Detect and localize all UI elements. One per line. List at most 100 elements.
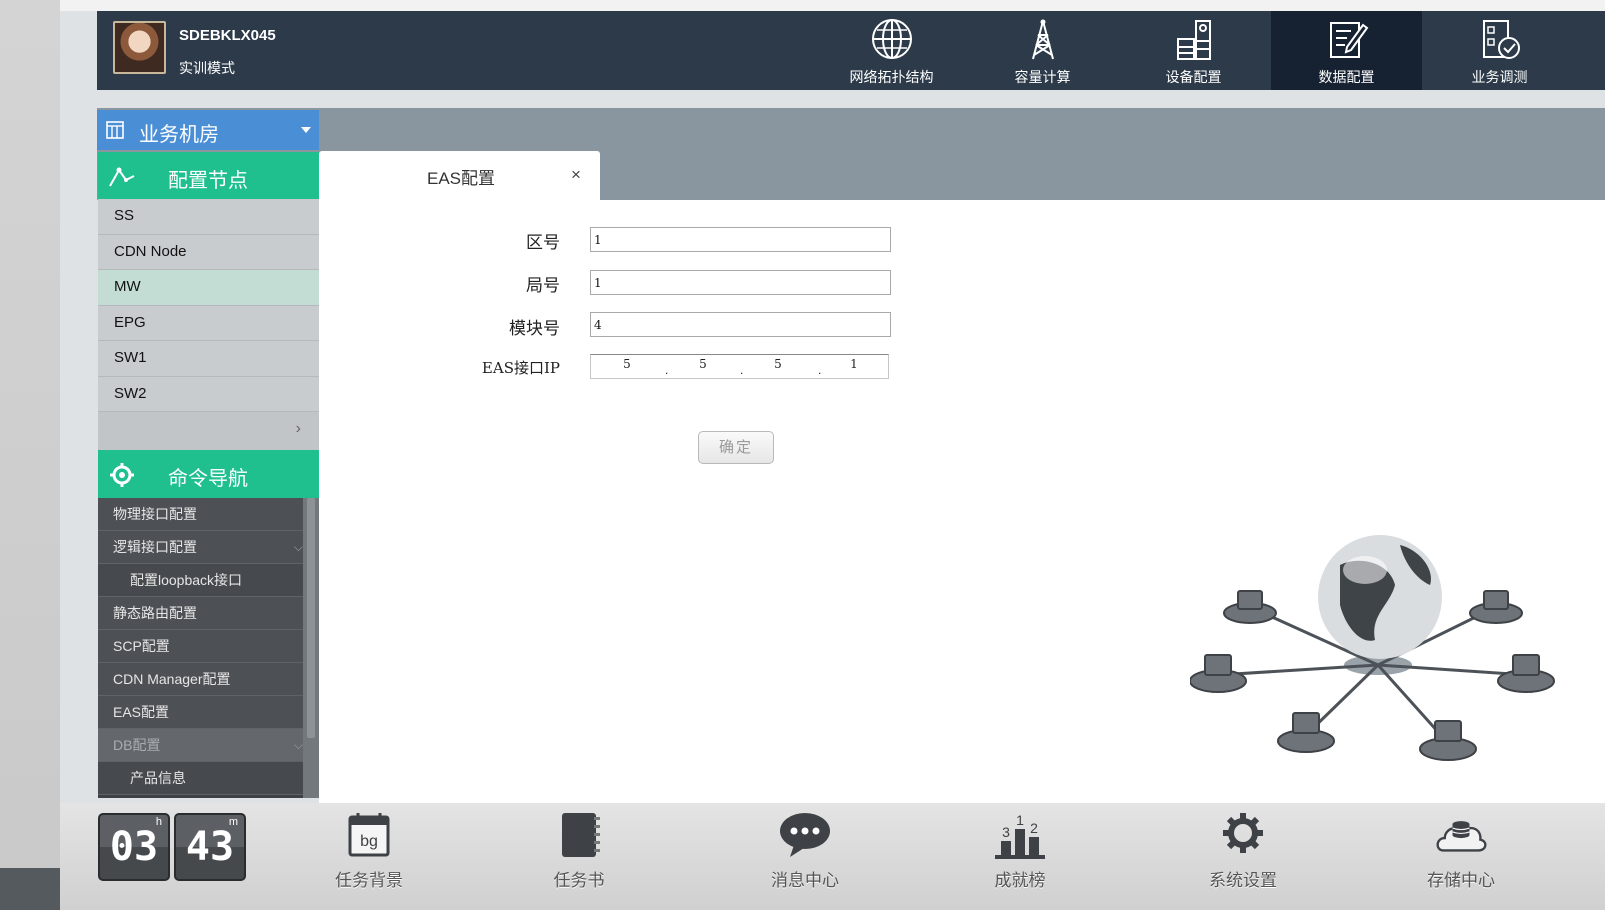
bottom-bar: 03 h 43 m bg 任务背景 任务书 消息中心 312 成就榜 系统设置 存储…: [60, 803, 1605, 910]
device-icon: [1176, 20, 1211, 60]
command-nav-scrollbar[interactable]: [303, 498, 319, 798]
cmd-label: 配置loopback接口: [130, 572, 243, 588]
footer-label: 任务背景: [335, 871, 403, 890]
cmd-scp-config[interactable]: SCP配置: [98, 630, 303, 663]
node-item-sw1[interactable]: SW1: [98, 341, 319, 377]
nav-data-config[interactable]: 数据配置: [1271, 11, 1422, 90]
footer-leaderboard[interactable]: 312 成就榜: [960, 811, 1080, 891]
footer-label: 消息中心: [771, 871, 839, 890]
cmd-db-config[interactable]: DB配置 ⌵: [98, 729, 303, 762]
clock-minutes: 43 m: [174, 813, 246, 881]
cmd-label: 逻辑接口配置: [113, 539, 197, 555]
nav-capacity-calc[interactable]: 容量计算: [967, 11, 1118, 90]
nav-device-config[interactable]: 设备配置: [1118, 11, 1269, 90]
nav-label: 数据配置: [1318, 69, 1375, 85]
nav-label: 设备配置: [1165, 69, 1222, 85]
clock-h-unit: h: [155, 816, 162, 828]
node-item-ss[interactable]: SS: [98, 199, 319, 235]
eas-ip-field[interactable]: 5 . 5 . 5 . 1: [590, 354, 889, 379]
cmd-static-route[interactable]: 静态路由配置: [98, 597, 303, 630]
node-item-cdn-node[interactable]: CDN Node: [98, 234, 319, 270]
footer-message-center[interactable]: 消息中心: [745, 811, 865, 891]
confirm-button[interactable]: 确定: [698, 431, 774, 464]
scrollbar-thumb[interactable]: [307, 498, 315, 738]
command-nav-list: 物理接口配置 逻辑接口配置 ⌵ 配置loopback接口 静态路由配置 SCP配置…: [98, 498, 319, 798]
nav-service-test[interactable]: 业务调测: [1424, 11, 1575, 90]
cmd-physical-interface[interactable]: 物理接口配置: [98, 498, 303, 531]
node-list-more[interactable]: ›: [98, 412, 319, 450]
room-selector[interactable]: 业务机房: [97, 110, 319, 150]
eas-ip-label: EAS接口IP: [481, 359, 560, 377]
node-item-mw[interactable]: MW: [98, 270, 319, 306]
office-code-label: 局号: [526, 276, 560, 295]
ip-octet-3[interactable]: 5: [763, 357, 793, 371]
ip-dot: .: [740, 363, 744, 377]
footer-label: 任务书: [553, 871, 605, 890]
area-code-input[interactable]: [590, 227, 891, 252]
footer-label: 成就榜: [994, 871, 1046, 890]
node-graph-icon: [109, 167, 135, 187]
clock-hours: 03 h: [98, 813, 170, 881]
ip-octet-1[interactable]: 5: [612, 357, 642, 371]
ip-octet-2[interactable]: 5: [688, 357, 718, 371]
chevron-down-icon: ⌵: [293, 738, 303, 752]
area-code-label: 区号: [526, 233, 560, 252]
nav-label: 业务调测: [1471, 69, 1528, 85]
footer-task-background[interactable]: bg 任务背景: [309, 811, 429, 891]
cmd-label: CDN Manager配置: [113, 671, 231, 687]
app-stage: SDEBKLX045 实训模式 网络拓扑结构 容量计算 设备配置 数据配置 业务…: [60, 0, 1605, 910]
office-code-input[interactable]: [590, 270, 891, 295]
cmd-label: SCP配置: [113, 638, 170, 654]
ip-octet-4[interactable]: 1: [839, 357, 869, 371]
podium-first: 1: [1016, 812, 1024, 828]
gutter-bottom-block: [0, 868, 60, 910]
footer-task-book[interactable]: 任务书: [519, 811, 639, 891]
cloud-storage-icon: [1436, 821, 1487, 852]
building-icon: [106, 121, 124, 139]
ip-dot: .: [665, 363, 669, 377]
cmd-loopback-interface[interactable]: 配置loopback接口: [98, 564, 303, 597]
chevron-down-icon: ⌵: [293, 540, 303, 554]
podium-third: 3: [1002, 824, 1010, 840]
nav-network-topology[interactable]: 网络拓扑结构: [816, 11, 967, 90]
service-check-icon: [1482, 20, 1520, 59]
cmd-logical-interface[interactable]: 逻辑接口配置 ⌵: [98, 531, 303, 564]
footer-storage-center[interactable]: 存储中心: [1401, 811, 1521, 891]
countdown-clock: 03 h 43 m: [98, 813, 246, 881]
chevron-right-icon: ›: [295, 420, 301, 437]
config-node-list: SS CDN Node MW EPG SW1 SW2: [98, 199, 319, 412]
node-item-sw2[interactable]: SW2: [98, 376, 319, 412]
tab-eas-config[interactable]: EAS配置 ×: [319, 151, 600, 200]
cmd-label: EAS配置: [113, 704, 170, 720]
cmd-eas-config[interactable]: EAS配置: [98, 696, 303, 729]
footer-label: 系统设置: [1209, 871, 1277, 890]
chat-icon: [780, 813, 830, 857]
user-avatar[interactable]: [113, 21, 166, 74]
tower-icon: [1031, 19, 1054, 60]
cmd-label: 物理接口配置: [113, 506, 197, 522]
clock-hours-value: 03: [109, 824, 159, 870]
module-no-input[interactable]: [590, 312, 891, 337]
user-id: SDEBKLX045: [179, 27, 276, 44]
clock-minutes-value: 43: [185, 824, 235, 870]
chevron-down-icon: [301, 127, 311, 133]
gear-icon: [110, 463, 134, 487]
user-mode: 实训模式: [179, 60, 235, 76]
cmd-label: 产品信息: [130, 770, 186, 786]
cmd-product-info[interactable]: 产品信息: [98, 762, 303, 795]
calendar-bg-icon: bg: [348, 813, 390, 857]
cmd-cdn-manager[interactable]: CDN Manager配置: [98, 663, 303, 696]
tab-label: EAS配置: [427, 169, 496, 188]
gear-icon: [1223, 813, 1263, 853]
command-nav-title: 命令导航: [168, 468, 248, 490]
node-item-epg[interactable]: EPG: [98, 305, 319, 341]
network-globe-illustration: [1190, 535, 1555, 761]
left-gutter: [0, 0, 60, 910]
close-icon[interactable]: ×: [571, 165, 581, 185]
config-nodes-header[interactable]: 配置节点: [98, 152, 319, 200]
footer-system-settings[interactable]: 系统设置: [1183, 811, 1303, 891]
podium-icon: 31 2: [995, 812, 1045, 859]
footer-label: 存储中心: [1427, 871, 1495, 890]
command-nav-header[interactable]: 命令导航: [98, 450, 319, 498]
globe-icon: [871, 19, 912, 59]
